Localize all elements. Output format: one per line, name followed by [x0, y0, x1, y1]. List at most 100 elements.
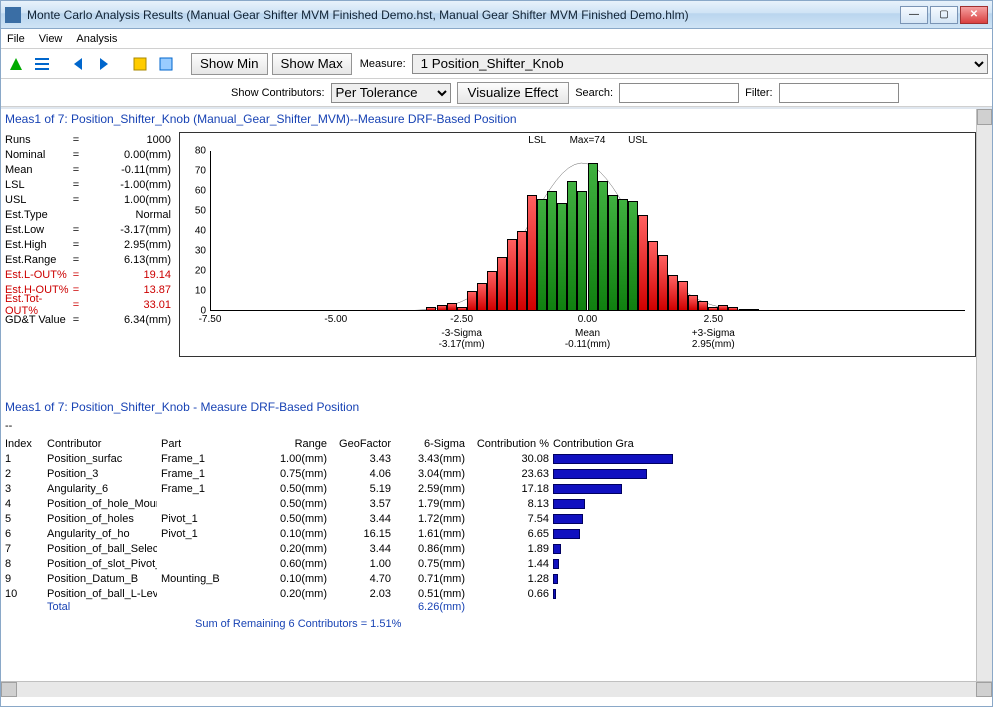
section1-header: Meas1 of 7: Position_Shifter_Knob (Manua… — [5, 109, 976, 132]
stat-row: USL=1.00(mm) — [5, 192, 175, 207]
show-min-button[interactable]: Show Min — [191, 53, 268, 75]
show-contributors-select[interactable]: Per Tolerance — [331, 83, 451, 103]
total-sigma: 6.26(mm) — [395, 601, 465, 616]
histogram-bar — [467, 291, 477, 311]
histogram-bar — [507, 239, 517, 311]
contributors-table: Index Contributor Part Range GeoFactor 6-Sigm… — [5, 436, 976, 630]
visualize-effect-button[interactable]: Visualize Effect — [457, 82, 570, 104]
chart-bottom-label: +3-Sigma2.95(mm) — [692, 328, 735, 350]
measure-select[interactable]: 1 Position_Shifter_Knob — [412, 54, 988, 74]
histogram-bar — [749, 309, 759, 311]
histogram-bar — [497, 257, 507, 311]
chart-top-label: USL — [628, 135, 647, 146]
table-row: 2Position_3Frame_10.75(mm)4.063.04(mm)23… — [5, 466, 976, 481]
chart-top-label: LSL — [528, 135, 546, 146]
histogram-bar — [426, 307, 436, 311]
x-tick: -7.50 — [199, 314, 222, 325]
y-tick: 40 — [182, 226, 206, 237]
search-input[interactable] — [619, 83, 739, 103]
stat-row: Nominal=0.00(mm) — [5, 147, 175, 162]
x-tick: -5.00 — [324, 314, 347, 325]
stat-row: Mean=-0.11(mm) — [5, 162, 175, 177]
histogram-bar — [608, 195, 618, 311]
histogram-bar — [588, 163, 598, 311]
y-tick: 30 — [182, 246, 206, 257]
column-header: 6-Sigma — [395, 438, 465, 450]
horizontal-scrollbar[interactable] — [1, 681, 992, 697]
stat-row: Est.Low=-3.17(mm) — [5, 222, 175, 237]
y-tick: 20 — [182, 266, 206, 277]
scroll-up-icon[interactable] — [977, 109, 992, 125]
histogram-bar — [668, 275, 678, 311]
histogram-bar — [577, 191, 587, 311]
column-header: Part — [161, 438, 257, 450]
app-icon — [5, 7, 21, 23]
scroll-right-icon[interactable] — [976, 682, 992, 697]
show-max-button[interactable]: Show Max — [272, 53, 352, 75]
filter-label: Filter: — [745, 87, 773, 99]
stat-row: Est.High=2.95(mm) — [5, 237, 175, 252]
table-row: 3Angularity_6Frame_10.50(mm)5.192.59(mm)… — [5, 481, 976, 496]
minimize-button[interactable]: — — [900, 6, 928, 24]
tree-icon[interactable] — [5, 53, 27, 75]
table-row: 8Position_of_slot_Pivot_10.60(mm)1.000.7… — [5, 556, 976, 571]
table-row: 7Position_of_ball_Select_Pin_0.20(mm)3.4… — [5, 541, 976, 556]
histogram-bar — [557, 203, 567, 311]
column-header: GeoFactor — [331, 438, 391, 450]
table-row: 9Position_Datum_BMounting_B0.10(mm)4.700… — [5, 571, 976, 586]
toolbar-secondary: Show Contributors: Per Tolerance Visuali… — [1, 79, 992, 107]
menu-analysis[interactable]: Analysis — [76, 33, 117, 45]
histogram-bar — [598, 181, 608, 311]
histogram-chart: 01020304050607080 LSLMax=74USL -7.50-5.0… — [179, 132, 976, 357]
chart-top-label: Max=74 — [570, 135, 606, 146]
report2-icon[interactable] — [155, 53, 177, 75]
column-header: Contributor — [47, 438, 157, 450]
table-row: 10Position_of_ball_L-Lever_10.20(mm)2.03… — [5, 586, 976, 601]
toolbar-primary: Show Min Show Max Measure: 1 Position_Sh… — [1, 49, 992, 79]
histogram-bar — [537, 199, 547, 311]
total-label: Total — [47, 601, 157, 616]
stat-row: Est.TypeNormal — [5, 207, 175, 222]
column-header: Range — [261, 438, 327, 450]
close-button[interactable]: ✕ — [960, 6, 988, 24]
vertical-scrollbar[interactable] — [976, 109, 992, 697]
histogram-bar — [618, 199, 628, 311]
search-label: Search: — [575, 87, 613, 99]
table-row: 1Position_surfacFrame_11.00(mm)3.433.43(… — [5, 451, 976, 466]
histogram-bar — [447, 303, 457, 311]
column-header: Index — [5, 438, 43, 450]
stat-row: Est.Tot-OUT%=33.01 — [5, 297, 175, 312]
histogram-bar — [638, 215, 648, 311]
histogram-bar — [739, 309, 749, 311]
list-icon[interactable] — [31, 53, 53, 75]
report1-icon[interactable] — [129, 53, 151, 75]
menu-view[interactable]: View — [39, 33, 63, 45]
menu-file[interactable]: File — [7, 33, 25, 45]
forward-icon[interactable] — [93, 53, 115, 75]
table-row: 4Position_of_hole_Mounting_B0.50(mm)3.57… — [5, 496, 976, 511]
maximize-button[interactable]: ▢ — [930, 6, 958, 24]
histogram-bar — [678, 281, 688, 311]
histogram-bar — [728, 307, 738, 311]
scroll-left-icon[interactable] — [1, 682, 17, 697]
x-tick: 0.00 — [578, 314, 597, 325]
show-contributors-label: Show Contributors: — [231, 87, 325, 99]
histogram-bar — [527, 195, 537, 311]
histogram-bar — [658, 255, 668, 311]
x-tick: 2.50 — [704, 314, 723, 325]
column-header: Contribution % — [469, 438, 549, 450]
histogram-bar — [718, 305, 728, 311]
stats-table: Runs=1000Nominal=0.00(mm)Mean=-0.11(mm)L… — [5, 132, 175, 357]
y-tick: 70 — [182, 166, 206, 177]
histogram-bar — [688, 295, 698, 311]
section2-header: Meas1 of 7: Position_Shifter_Knob - Meas… — [5, 397, 976, 420]
stat-row: Runs=1000 — [5, 132, 175, 147]
histogram-bar — [457, 307, 467, 311]
stat-row: GD&T Value=6.34(mm) — [5, 312, 175, 327]
y-tick: 60 — [182, 186, 206, 197]
histogram-bar — [487, 271, 497, 311]
filter-input[interactable] — [779, 83, 899, 103]
back-icon[interactable] — [67, 53, 89, 75]
content-area: Meas1 of 7: Position_Shifter_Knob (Manua… — [1, 107, 992, 697]
histogram-bar — [708, 307, 718, 311]
